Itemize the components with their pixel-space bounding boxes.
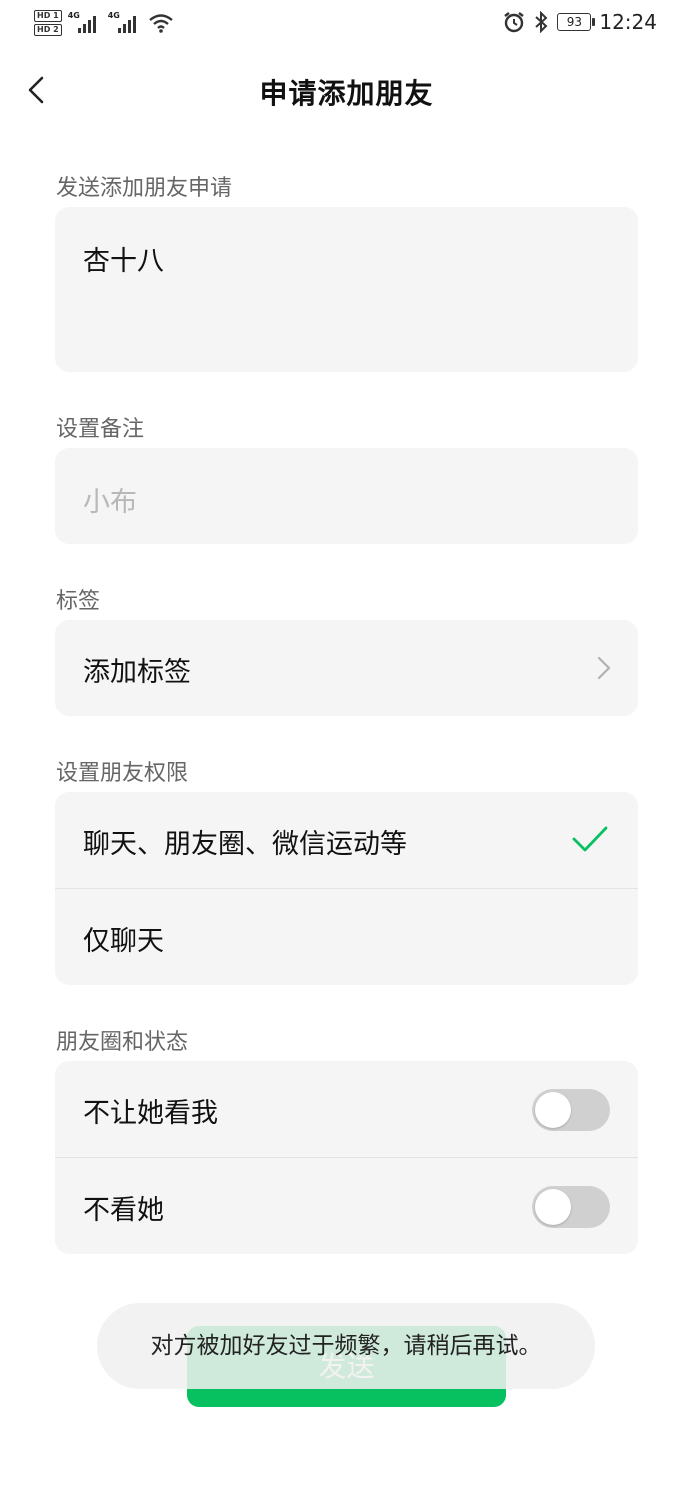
signal-sim1: 4G <box>68 11 102 35</box>
permission-option-label: 仅聊天 <box>83 926 164 957</box>
page-title: 申请添加朋友 <box>259 77 434 110</box>
status-right: 93 12:24 <box>503 10 657 34</box>
permission-option-label: 聊天、朋友圈、微信运动等 <box>83 829 407 860</box>
hide-her-moments-row: 不看她 <box>55 1158 638 1254</box>
remark-section-label: 设置备注 <box>56 417 145 442</box>
add-tag-item[interactable]: 添加标签 <box>55 620 638 716</box>
add-tag-row[interactable]: 添加标签 <box>55 620 638 716</box>
signal-sim2: 4G <box>108 11 142 35</box>
permission-option-chat-only[interactable]: 仅聊天 <box>55 889 638 985</box>
hide-her-moments-toggle[interactable] <box>532 1186 610 1228</box>
request-message-field[interactable]: 杏十八 <box>55 207 638 372</box>
toggle-knob <box>535 1092 571 1128</box>
status-left: HD 1 HD 2 4G 4G <box>34 10 174 36</box>
hd1-badge: HD 1 <box>34 10 62 22</box>
permissions-section-label: 设置朋友权限 <box>56 761 189 786</box>
toggle-knob <box>535 1189 571 1225</box>
hd2-badge: HD 2 <box>34 24 62 36</box>
toast-message: 对方被加好友过于频繁，请稍后再试。 <box>97 1303 595 1389</box>
alarm-icon <box>504 12 525 33</box>
bluetooth-icon <box>535 11 548 33</box>
tags-section-label: 标签 <box>56 589 101 614</box>
moments-section-label: 朋友圈和状态 <box>56 1030 189 1055</box>
moments-group: 不让她看我 不看她 <box>55 1061 638 1254</box>
hide-my-moments-row: 不让她看我 <box>55 1061 638 1157</box>
request-message-text: 杏十八 <box>83 246 164 277</box>
permission-option-full[interactable]: 聊天、朋友圈、微信运动等 <box>55 792 638 888</box>
add-tag-label: 添加标签 <box>83 657 191 688</box>
chevron-right-icon <box>597 656 611 680</box>
signal-bars-icon <box>117 16 136 33</box>
status-bar: HD 1 HD 2 4G 4G 93 12:24 <box>0 0 693 48</box>
hide-my-moments-toggle[interactable] <box>532 1089 610 1131</box>
status-time: 12:24 <box>599 10 657 34</box>
nav-bar: 申请添加朋友 <box>0 60 693 120</box>
wifi-icon <box>148 14 173 33</box>
battery-icon: 93 <box>557 13 596 31</box>
remark-placeholder: 小布 <box>83 487 137 518</box>
hide-my-moments-label: 不让她看我 <box>83 1098 218 1129</box>
remark-input[interactable]: 小布 <box>55 448 638 544</box>
signal-bars-icon <box>77 16 96 33</box>
checkmark-icon <box>572 826 608 852</box>
request-section-label: 发送添加朋友申请 <box>56 176 233 201</box>
hide-her-moments-label: 不看她 <box>83 1195 164 1226</box>
permissions-group: 聊天、朋友圈、微信运动等 仅聊天 <box>55 792 638 985</box>
hd-indicators: HD 1 HD 2 <box>34 10 62 36</box>
